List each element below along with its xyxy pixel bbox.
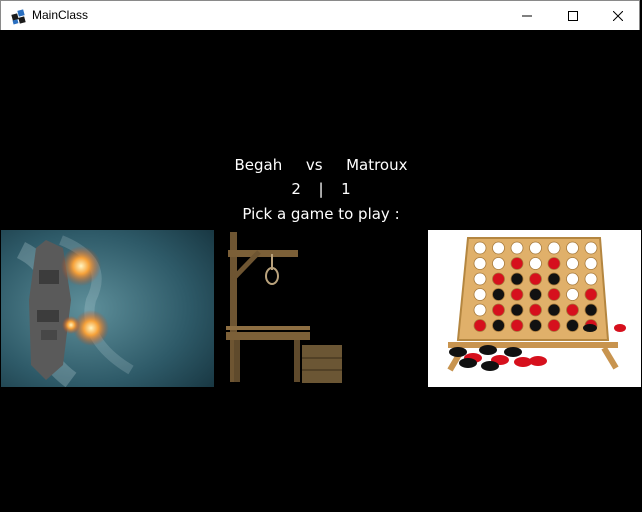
board-slot bbox=[547, 272, 561, 286]
score-line: 2 | 1 bbox=[1, 180, 641, 198]
board-slot bbox=[547, 257, 561, 270]
title-bar[interactable]: MainClass bbox=[0, 0, 640, 30]
board-slot bbox=[566, 241, 579, 255]
board-slot bbox=[529, 319, 542, 332]
board-slot bbox=[510, 303, 524, 317]
close-button[interactable] bbox=[595, 1, 641, 31]
maximize-button[interactable] bbox=[550, 1, 596, 31]
board-slot bbox=[584, 303, 598, 317]
board-slot bbox=[492, 319, 505, 332]
board-slot bbox=[492, 241, 505, 255]
board-slot bbox=[473, 288, 487, 301]
hangman-gallows-image bbox=[214, 230, 428, 387]
board-slot bbox=[492, 257, 505, 270]
board-slot bbox=[566, 272, 579, 286]
game-prompt: Pick a game to play : bbox=[242, 205, 400, 223]
connect-four-game-button[interactable] bbox=[428, 230, 641, 387]
player1-score: 2 bbox=[291, 180, 301, 198]
battleship-game-button[interactable] bbox=[1, 230, 214, 387]
board-slot bbox=[492, 272, 505, 286]
board-slot bbox=[510, 319, 524, 332]
board-slot bbox=[473, 241, 487, 255]
board-slot bbox=[510, 288, 524, 301]
board-slot bbox=[529, 288, 542, 301]
maximize-icon bbox=[568, 11, 578, 21]
java-app-icon bbox=[11, 9, 27, 25]
hangman-game-button[interactable] bbox=[214, 230, 428, 387]
player2-score: 1 bbox=[341, 180, 351, 198]
minimize-button[interactable] bbox=[504, 1, 550, 31]
board-slot bbox=[584, 241, 598, 255]
battleship-image bbox=[1, 230, 214, 387]
board-slot bbox=[510, 272, 524, 286]
board-slot bbox=[584, 257, 598, 270]
board-slot bbox=[473, 319, 487, 332]
board-slot bbox=[510, 241, 524, 255]
board-slot bbox=[547, 288, 561, 301]
board-slot bbox=[566, 257, 579, 270]
board-slot bbox=[473, 272, 487, 286]
vs-label: vs bbox=[305, 156, 323, 174]
board-slot bbox=[547, 241, 561, 255]
board-slot bbox=[492, 303, 505, 317]
board-slot bbox=[492, 288, 505, 301]
board-slot bbox=[584, 272, 598, 286]
board-slot bbox=[529, 241, 542, 255]
main-panel: Begah vs Matroux 2 | 1 Pick a game to pl… bbox=[1, 30, 641, 511]
player2-name: Matroux bbox=[346, 156, 408, 174]
board-slot bbox=[529, 303, 542, 317]
window-title: MainClass bbox=[32, 8, 89, 22]
board-slot bbox=[510, 257, 524, 270]
close-icon bbox=[613, 11, 623, 21]
board-slot bbox=[473, 303, 487, 317]
minimize-icon bbox=[522, 11, 532, 21]
player1-name: Begah bbox=[234, 156, 283, 174]
board-slot bbox=[473, 257, 487, 270]
board-slot bbox=[529, 257, 542, 270]
board-slot bbox=[584, 288, 598, 301]
score-divider: | bbox=[318, 180, 324, 198]
players-line: Begah vs Matroux bbox=[1, 156, 641, 174]
board-slot bbox=[529, 272, 542, 286]
board-slot bbox=[547, 303, 561, 317]
board-slot bbox=[566, 319, 579, 332]
connect-four-board-image bbox=[428, 230, 641, 387]
board-slot bbox=[566, 303, 579, 317]
board-slot bbox=[566, 288, 579, 301]
board-slot bbox=[547, 319, 561, 332]
